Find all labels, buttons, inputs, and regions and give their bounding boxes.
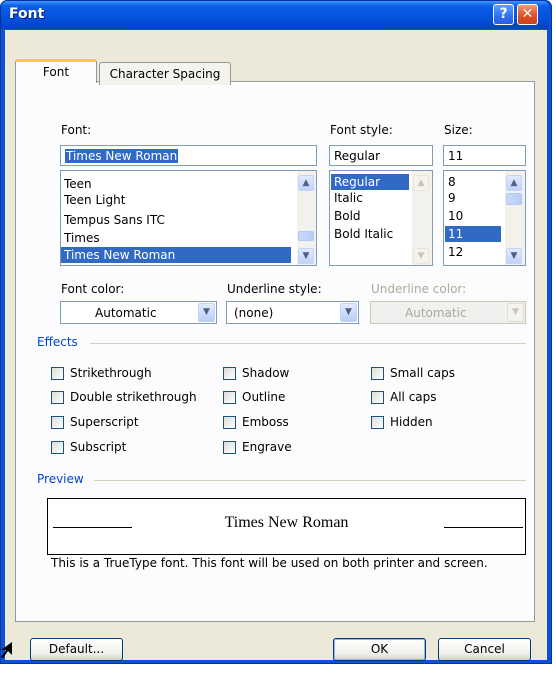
underline-color-value: Automatic	[405, 306, 467, 320]
font-style-label: Font style:	[330, 123, 393, 137]
title-bar[interactable]	[1, 1, 549, 29]
font-list-item-selected[interactable]: Times New Roman	[61, 247, 291, 263]
shadow-label: Shadow	[242, 366, 290, 380]
font-color-chevron-down-icon[interactable]: ▼	[198, 303, 215, 322]
font-scroll-thumb[interactable]	[298, 231, 314, 241]
all-caps-label: All caps	[390, 390, 437, 404]
size-list-item-selected[interactable]: 11	[445, 226, 501, 242]
preview-sample-text: Times New Roman	[224, 514, 349, 531]
effects-group-title: Effects	[37, 335, 78, 349]
font-style-item[interactable]: Italic	[331, 190, 409, 206]
font-list-item[interactable]: Tempus Sans ITC	[61, 212, 291, 228]
help-button[interactable]: ?	[493, 4, 514, 25]
size-list-item[interactable]: 8	[445, 174, 501, 190]
underline-style-label: Underline style:	[227, 282, 322, 296]
underline-color-dropdown[interactable]: Automatic ▼	[370, 301, 526, 324]
outline-label: Outline	[242, 390, 286, 404]
engrave-label: Engrave	[242, 440, 292, 454]
preview-description: This is a TrueType font. This font will …	[51, 556, 488, 570]
size-input[interactable]: 11	[443, 145, 526, 166]
close-button[interactable]: ✕	[517, 4, 538, 25]
mouse-pointer-icon	[1, 642, 12, 658]
font-style-input[interactable]: Regular	[329, 145, 433, 166]
preview-rule-right	[444, 527, 523, 528]
size-list-item[interactable]: 10	[445, 208, 501, 224]
all-caps-checkbox[interactable]	[371, 391, 384, 404]
subscript-label: Subscript	[70, 440, 127, 454]
superscript-label: Superscript	[70, 415, 139, 429]
subscript-checkbox[interactable]	[51, 441, 64, 454]
engrave-checkbox[interactable]	[223, 441, 236, 454]
tab-character-spacing[interactable]: Character Spacing	[99, 62, 231, 85]
superscript-checkbox[interactable]	[51, 416, 64, 429]
strikethrough-label: Strikethrough	[70, 366, 152, 380]
font-scroll-down-icon[interactable]: ▼	[298, 248, 314, 264]
size-list-item[interactable]: 9	[445, 190, 501, 206]
underline-color-label: Underline color:	[371, 282, 467, 296]
effects-divider	[90, 343, 526, 344]
font-color-dropdown[interactable]: Automatic ▼	[60, 301, 217, 324]
font-label: Font:	[61, 123, 92, 137]
tab-font[interactable]: Font	[15, 59, 97, 83]
tab-font-label: Font	[42, 65, 70, 79]
font-list-item[interactable]: Teen Light	[61, 192, 291, 208]
underline-style-dropdown[interactable]: (none) ▼	[226, 301, 359, 324]
small-caps-checkbox[interactable]	[371, 367, 384, 380]
font-color-value: Automatic	[95, 306, 157, 320]
font-list-item[interactable]: Times	[61, 230, 291, 246]
preview-divider	[94, 480, 526, 481]
size-scroll-up-icon[interactable]: ▲	[506, 175, 522, 191]
font-style-item[interactable]: Bold	[331, 208, 409, 224]
hidden-checkbox[interactable]	[371, 416, 384, 429]
tab-character-spacing-label: Character Spacing	[109, 67, 221, 81]
strikethrough-checkbox[interactable]	[51, 367, 64, 380]
outline-checkbox[interactable]	[223, 391, 236, 404]
size-list-item[interactable]: 12	[445, 244, 501, 260]
font-style-item-selected[interactable]: Regular	[331, 174, 409, 190]
size-label: Size:	[444, 123, 473, 137]
underline-style-value: (none)	[234, 306, 274, 320]
emboss-label: Emboss	[242, 415, 289, 429]
preview-box: Times New Roman	[47, 498, 526, 555]
font-scroll-up-icon[interactable]: ▲	[298, 175, 314, 191]
shadow-checkbox[interactable]	[223, 367, 236, 380]
cancel-button[interactable]: Cancel	[438, 638, 531, 661]
ok-button[interactable]: OK	[333, 638, 426, 661]
underline-style-chevron-down-icon[interactable]: ▼	[340, 303, 357, 322]
font-name-value: Times New Roman	[65, 149, 179, 163]
hidden-label: Hidden	[390, 415, 433, 429]
emboss-checkbox[interactable]	[223, 416, 236, 429]
font-color-label: Font color:	[61, 282, 125, 296]
preview-group-title: Preview	[37, 472, 84, 486]
font-list-item[interactable]: Teen	[61, 176, 291, 192]
default-button[interactable]: Default...	[30, 638, 123, 661]
size-scroll-thumb[interactable]	[506, 193, 522, 205]
double-strikethrough-label: Double strikethrough	[70, 390, 197, 404]
font-style-item[interactable]: Bold Italic	[331, 226, 409, 242]
size-scroll-down-icon[interactable]: ▼	[506, 248, 522, 264]
font-style-scroll-down-icon[interactable]: ▼	[413, 248, 429, 264]
small-caps-label: Small caps	[390, 366, 455, 380]
double-strikethrough-checkbox[interactable]	[51, 391, 64, 404]
window-title: Font	[9, 6, 45, 22]
underline-color-chevron-down-icon[interactable]: ▼	[507, 303, 524, 322]
font-name-input[interactable]: Times New Roman	[60, 145, 317, 166]
font-style-scroll-up-icon[interactable]: ▲	[413, 175, 429, 191]
